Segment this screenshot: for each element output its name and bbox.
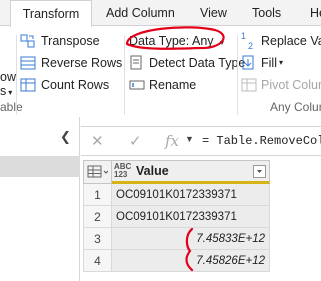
pivot-column-icon [241, 77, 257, 93]
partial-s-text: s [0, 84, 7, 98]
type-icon-bottom-text: 123 [114, 170, 128, 179]
fill-dropdown[interactable]: Fill ▾ [241, 53, 301, 73]
grid-header: ABC 123 Value [83, 160, 271, 184]
collapse-chevron-icon[interactable]: ❮ [60, 129, 71, 145]
separator [237, 35, 238, 115]
row-number[interactable]: 4 [83, 250, 112, 272]
detect-data-type-icon [129, 55, 145, 71]
pivot-column-label: Pivot Colum [261, 78, 321, 92]
fill-down-icon [241, 55, 257, 71]
fx-icon[interactable]: fx [165, 132, 179, 150]
tab-tools[interactable]: Tools [252, 0, 281, 27]
column-header-label: Value [136, 164, 169, 178]
table-row[interactable]: 4 7.45826E+12 [83, 250, 271, 272]
table-cell[interactable]: OC09101K0172339371 [112, 184, 270, 206]
group-label-any-column: Any Colum [270, 100, 321, 114]
formula-text[interactable]: = Table.RemoveColu [202, 134, 321, 148]
reverse-rows-label: Reverse Rows [41, 56, 123, 70]
row-number[interactable]: 1 [83, 184, 112, 206]
replace-values-button[interactable]: 12 Replace Valu [241, 31, 321, 51]
count-rows-button[interactable]: Count Rows [20, 75, 120, 95]
any-type-icon[interactable]: ABC 123 [114, 163, 131, 179]
pivot-column-button[interactable]: Pivot Colum [241, 75, 321, 95]
detect-data-type-label: Detect Data Type [149, 56, 246, 70]
table-row[interactable]: 1 OC09101K0172339371 [83, 184, 271, 206]
table-row[interactable]: 2 OC09101K0172339371 [83, 206, 271, 228]
data-type-label: Data Type: Any [129, 34, 214, 48]
data-grid: ABC 123 Value 1 OC09101K0172339371 2 OC09101… [83, 160, 271, 272]
tab-view[interactable]: View [200, 0, 227, 27]
rename-icon [129, 77, 145, 93]
partial-s-label: s ▾ [0, 81, 12, 101]
column-header-value[interactable]: ABC 123 Value [112, 160, 270, 184]
cancel-icon[interactable]: ✕ [91, 132, 104, 150]
row-number[interactable]: 2 [83, 206, 112, 228]
table-cell[interactable]: 7.45826E+12 [112, 250, 270, 272]
reverse-rows-button[interactable]: Reverse Rows [20, 53, 123, 73]
tab-add-column[interactable]: Add Column [106, 0, 175, 27]
reverse-rows-icon [20, 55, 36, 71]
formula-bar: ✕ ✓ fx ▼ = Table.RemoveColu [81, 126, 321, 156]
row-number[interactable]: 3 [83, 228, 112, 250]
queries-pane: ❮ [0, 117, 80, 281]
filter-dropdown-icon[interactable] [253, 165, 266, 178]
selected-query-row[interactable] [0, 156, 80, 177]
fill-label: Fill [261, 56, 277, 70]
transpose-icon [20, 33, 36, 49]
replace-values-label: Replace Valu [261, 34, 321, 48]
dropdown-arrow-icon: ▾ [220, 38, 225, 47]
data-type-dropdown[interactable]: Data Type: Any ▾ [129, 31, 233, 51]
transpose-button[interactable]: Transpose [20, 31, 120, 51]
tab-transform[interactable]: Transform [10, 0, 92, 27]
table-cell[interactable]: 7.45833E+12 [112, 228, 270, 250]
check-icon[interactable]: ✓ [129, 132, 142, 150]
replace-values-icon: 12 [241, 31, 254, 51]
transpose-label: Transpose [41, 34, 100, 48]
count-rows-label: Count Rows [41, 78, 110, 92]
separator [16, 35, 17, 115]
dropdown-arrow-icon: ▾ [8, 88, 13, 97]
table-row[interactable]: 3 7.45833E+12 [83, 228, 271, 250]
ribbon: ow s ▾ able Transpose Reverse Rows Count … [0, 27, 321, 117]
expand-formula-chevron-icon[interactable]: ▼ [185, 134, 194, 144]
grid-rows: 1 OC09101K0172339371 2 OC09101K0172339371 3 7… [83, 184, 271, 272]
tab-help[interactable]: He [310, 0, 321, 27]
separator [124, 35, 125, 115]
count-rows-icon [20, 77, 36, 93]
rename-button[interactable]: Rename [129, 75, 219, 95]
table-cell[interactable]: OC09101K0172339371 [112, 206, 270, 228]
ribbon-tab-bar: Transform Add Column View Tools He [0, 0, 321, 27]
table-menu-button[interactable] [83, 160, 112, 184]
table-icon [87, 165, 109, 178]
detect-data-type-button[interactable]: Detect Data Type [129, 53, 245, 73]
group-label-table: able [0, 100, 23, 114]
rename-label: Rename [149, 78, 197, 92]
dropdown-arrow-icon: ▾ [279, 58, 284, 67]
